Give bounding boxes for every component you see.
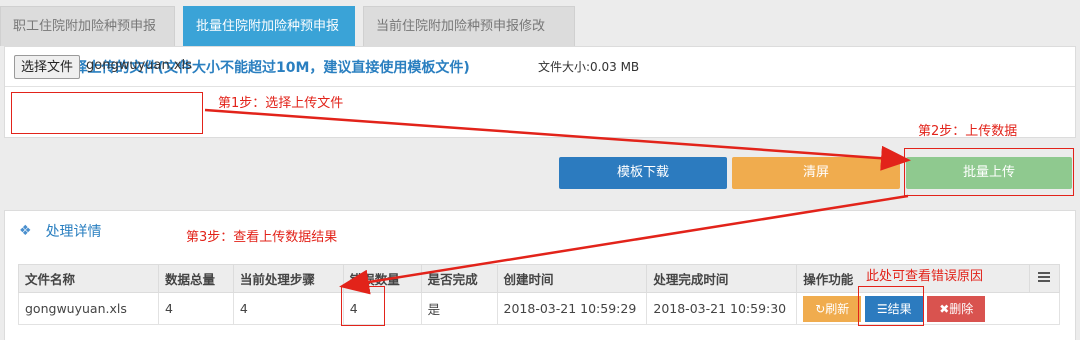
annotation-arrows — [204, 108, 911, 295]
arrow-upload-to-errors — [339, 194, 909, 295]
arrow-step1-to-upload — [204, 108, 911, 171]
